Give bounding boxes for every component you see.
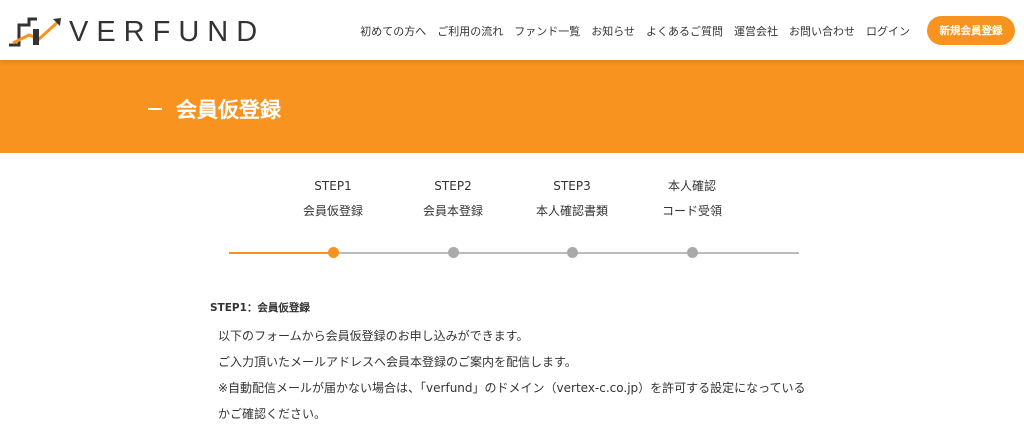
step-4-title: コード受領 — [661, 204, 722, 218]
step-4-dot — [687, 247, 698, 258]
step-2-title: 会員本登録 — [422, 204, 483, 218]
step-3: STEP3 本人確認書類 — [512, 174, 632, 224]
nav-item-first-time[interactable]: 初めての方へ — [360, 23, 426, 39]
step-3-number: STEP3 — [553, 179, 591, 193]
nav-item-login[interactable]: ログイン — [866, 23, 910, 39]
step-indicator: STEP1 会員仮登録 STEP2 会員本登録 STEP3 本人確認書類 本人確… — [0, 172, 1024, 272]
nav-item-fund-list[interactable]: ファンド一覧 — [514, 23, 580, 39]
step-1: STEP1 会員仮登録 — [273, 174, 393, 224]
step-2-number: STEP2 — [434, 179, 472, 193]
site-header: VERFUND 初めての方へ ご利用の流れ ファンド一覧 お知らせ よくあるご質… — [0, 0, 1024, 60]
nav-item-how-to-use[interactable]: ご利用の流れ — [437, 23, 503, 39]
logo[interactable]: VERFUND — [7, 12, 265, 52]
page-title-text: 会員仮登録 — [176, 98, 281, 122]
step-1-title: 会員仮登録 — [302, 204, 363, 218]
logo-text: VERFUND — [69, 15, 266, 48]
step-1-dot — [328, 247, 339, 258]
description-line: ご入力頂いたメールアドレスへ会員本登録のご案内を配信します。 — [218, 355, 577, 369]
nav-item-company[interactable]: 運営会社 — [734, 23, 778, 39]
step-2: STEP2 会員本登録 — [393, 174, 513, 224]
step-3-title: 本人確認書類 — [535, 204, 608, 218]
description-line: ※自動配信メールが届かない場合は、「verfund」のドメイン（vertex-c… — [218, 381, 806, 395]
step-2-dot — [448, 247, 459, 258]
logo-building-icon — [9, 17, 61, 47]
nav-item-faq[interactable]: よくあるご質問 — [646, 23, 723, 39]
step-heading: STEP1：会員仮登録 — [210, 302, 310, 314]
step-3-dot — [567, 247, 578, 258]
nav-item-news[interactable]: お知らせ — [591, 23, 635, 39]
description-line: 以下のフォームから会員仮登録のお申し込みができます。 — [218, 329, 529, 343]
main-nav: 初めての方へ ご利用の流れ ファンド一覧 お知らせ よくあるご質問 運営会社 お… — [349, 23, 910, 39]
step-track-progress — [229, 252, 333, 254]
description-line: かご確認ください。 — [218, 407, 327, 421]
nav-item-contact[interactable]: お問い合わせ — [789, 23, 855, 39]
register-button[interactable]: 新規会員登録 — [927, 16, 1015, 45]
page-title: 会員仮登録 — [148, 94, 281, 124]
step-4: 本人確認 コード受領 — [632, 174, 752, 224]
step-description: STEP1：会員仮登録 以下のフォームから会員仮登録のお申し込みができます。 ご… — [210, 300, 910, 427]
title-dash — [148, 108, 162, 110]
page-banner: 会員仮登録 — [0, 60, 1024, 153]
step-4-number: 本人確認 — [667, 179, 716, 193]
step-1-number: STEP1 — [314, 179, 352, 193]
